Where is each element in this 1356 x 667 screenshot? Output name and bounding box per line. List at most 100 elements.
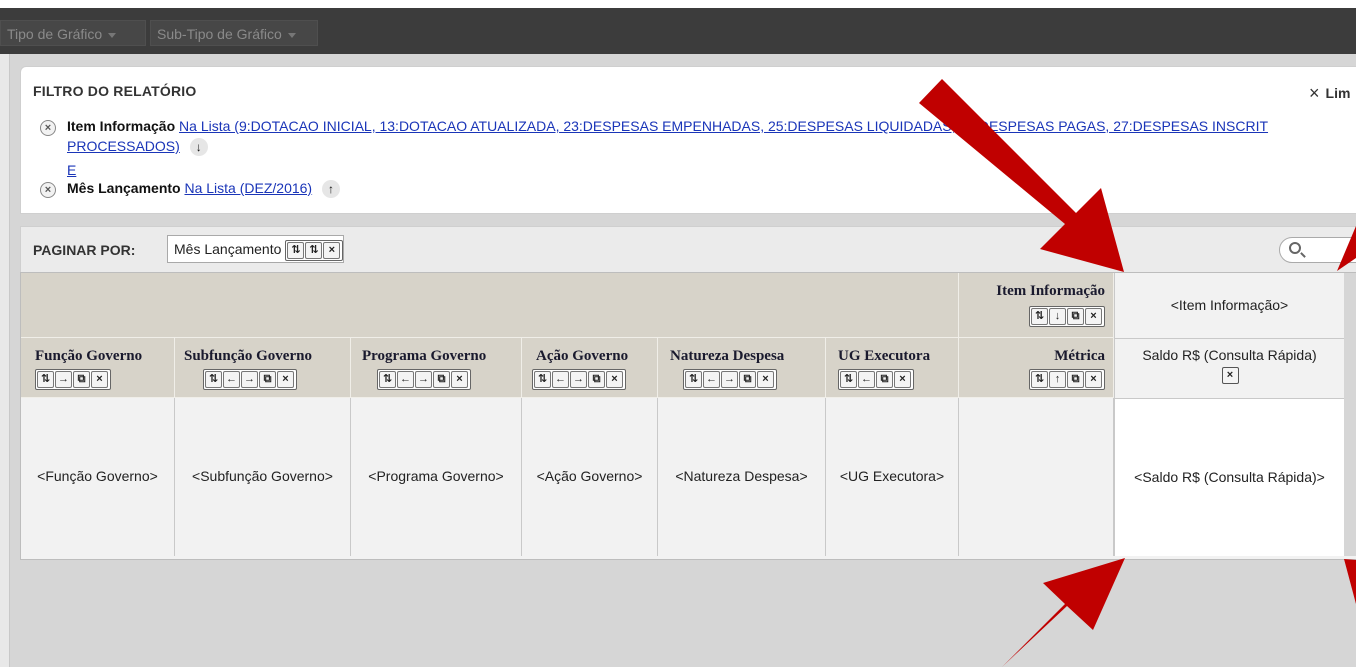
arrow-up-icon[interactable]: ↑ [321,180,340,199]
arrow-left-icon[interactable]: ← [223,371,240,388]
arrow-down-icon[interactable]: ↓ [189,138,208,157]
column-controls: ⇅ → ⧉ × [35,369,111,390]
col-header-title: Natureza Despesa [670,348,785,364]
swap-icon[interactable]: ⇅ [205,371,222,388]
close-icon[interactable]: × [894,371,911,388]
filter-item1-value-link-2[interactable]: PROCESSADOS) [67,138,180,154]
pivot-icon[interactable]: ⇅ [287,241,305,259]
arrow-right-icon[interactable]: → [415,371,432,388]
filter-connector-link[interactable]: E [67,162,76,178]
column-controls: ⇅ ← ⧉ × [838,369,914,390]
swap-icon[interactable]: ⇅ [685,371,702,388]
table-cell: <Natureza Despesa> [658,398,826,556]
col-header-natureza: Natureza Despesa ⇅ ← → ⧉ × [658,338,826,398]
arrow-down-icon[interactable]: ↓ [1049,308,1066,325]
annotation-arrow-bottom [969,558,1125,667]
close-icon[interactable]: × [1085,308,1102,325]
chart-toolbar: Tipo de Gráfico Sub-Tipo de Gráfico [0,8,1356,54]
filter-item-informacao: Item Informação Na Lista (9:DOTACAO INIC… [67,118,1268,134]
col-header-title: Função Governo [35,348,143,364]
arrow-right-icon[interactable]: → [570,371,587,388]
paging-chip[interactable]: Mês Lançamento ⇅ ⇅ × [167,235,345,263]
chevron-down-icon [108,32,117,38]
filter-item2-value-link[interactable]: Na Lista (DEZ/2016) [184,180,312,196]
chevron-down-icon [287,32,296,38]
chart-subtype-label: Sub-Tipo de Gráfico [157,26,282,42]
window-icon[interactable]: ⧉ [73,371,90,388]
filter-item1-label: Item Informação [67,118,176,134]
window-icon[interactable]: ⧉ [588,371,605,388]
pivot-icon[interactable]: ⇅ [1031,371,1048,388]
chart-subtype-dropdown[interactable]: Sub-Tipo de Gráfico [150,20,318,46]
table-cell-metric [959,398,1114,556]
swap-icon[interactable]: ⇅ [37,371,54,388]
item-info-header: Item Informação ⇅ ↓ ⧉ × [959,273,1114,338]
column-controls: ⇅ ← → ⧉ × [377,369,471,390]
remove-filter-icon[interactable]: × [40,120,56,136]
close-icon[interactable]: × [277,371,294,388]
filter-title: FILTRO DO RELATÓRIO [33,83,197,99]
arrow-up-icon[interactable]: ↑ [1049,371,1066,388]
col-header-title: Ação Governo [536,348,629,364]
remove-filter-icon[interactable]: × [40,182,56,198]
cell-value: <Programa Governo> [368,468,504,484]
close-icon[interactable]: × [323,241,341,259]
top-band [0,0,1356,8]
clear-filters-button[interactable]: × Lim [1309,83,1350,104]
cell-value: <Ação Governo> [536,468,643,484]
filter-item1-value-link[interactable]: Na Lista (9:DOTACAO INICIAL, 13:DOTACAO … [179,118,1268,134]
metric-header-title: Métrica [1054,348,1105,364]
metric-controls: ⇅ ↑ ⧉ × [1029,369,1105,390]
arrow-left-icon[interactable]: ← [858,371,875,388]
window-icon[interactable]: ⧉ [259,371,276,388]
pivot-icon[interactable]: ⇅ [1031,308,1048,325]
filter-item2-label: Mês Lançamento [67,180,181,196]
saldo-value: <Saldo R$ (Consulta Rápida)> [1134,469,1325,485]
table-corner-header [21,273,959,338]
table-right-gap [1344,273,1356,556]
saldo-header-title: Saldo R$ (Consulta Rápida) [1142,347,1317,363]
swap-icon[interactable]: ⇅ [534,371,551,388]
chart-type-dropdown[interactable]: Tipo de Gráfico [0,20,146,46]
window-icon[interactable]: ⧉ [1067,371,1084,388]
swap-icon[interactable]: ⇅ [840,371,857,388]
window-icon[interactable]: ⧉ [433,371,450,388]
cell-value: <Função Governo> [37,468,158,484]
arrow-left-icon[interactable]: ← [552,371,569,388]
swap-icon[interactable]: ⇅ [305,241,323,259]
cell-value: <Subfunção Governo> [192,468,333,484]
filter-mes-lancamento: Mês Lançamento Na Lista (DEZ/2016) ↑ [67,180,340,199]
search-input[interactable] [1279,237,1356,263]
annotation-arrow-bottom-right [1344,559,1356,604]
column-controls: ⇅ ← → ⧉ × [683,369,777,390]
window-icon[interactable]: ⧉ [1067,308,1084,325]
close-icon[interactable]: × [606,371,623,388]
table-cell: <Subfunção Governo> [175,398,351,556]
window-icon[interactable]: ⧉ [739,371,756,388]
arrow-right-icon[interactable]: → [241,371,258,388]
close-icon[interactable]: × [451,371,468,388]
chart-type-label: Tipo de Gráfico [7,26,103,42]
close-icon[interactable]: × [1221,366,1239,384]
table-cell: <UG Executora> [826,398,959,556]
close-icon[interactable]: × [757,371,774,388]
column-controls: ⇅ ← → ⧉ × [532,369,626,390]
close-icon[interactable]: × [91,371,108,388]
close-icon[interactable]: × [1085,371,1102,388]
metric-header: Métrica ⇅ ↑ ⧉ × [959,338,1114,398]
col-header-title: UG Executora [838,348,931,364]
item-info-header-title: Item Informação [996,283,1105,299]
search-icon [1289,242,1301,254]
paging-chip-label: Mês Lançamento [174,241,282,257]
arrow-left-icon[interactable]: ← [703,371,720,388]
left-strip [0,54,10,667]
col-header-funcao: Função Governo ⇅ → ⧉ × [21,338,175,398]
arrow-right-icon[interactable]: → [55,371,72,388]
paging-chip-controls: ⇅ ⇅ × [285,239,344,261]
arrow-left-icon[interactable]: ← [397,371,414,388]
window-icon[interactable]: ⧉ [876,371,893,388]
paging-bar: PAGINAR POR: Mês Lançamento ⇅ ⇅ × [20,226,1356,272]
swap-icon[interactable]: ⇅ [379,371,396,388]
cell-value: <Natureza Despesa> [675,468,808,484]
arrow-right-icon[interactable]: → [721,371,738,388]
